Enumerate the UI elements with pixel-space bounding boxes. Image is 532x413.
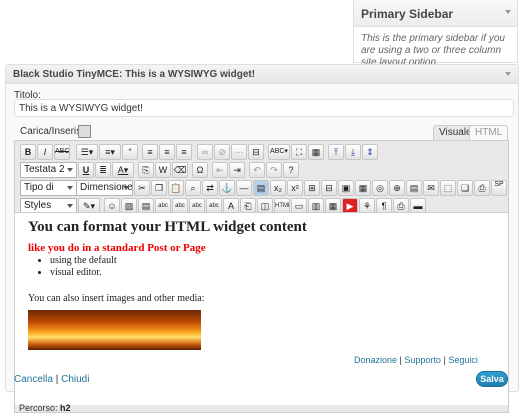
superscript-icon[interactable]: x² bbox=[287, 180, 303, 196]
format-select[interactable]: Testata 2 bbox=[20, 162, 77, 178]
content-heading: You can format your HTML widget content bbox=[28, 219, 307, 235]
help-icon[interactable]: ? bbox=[283, 162, 299, 178]
paste-word-icon[interactable]: W bbox=[155, 162, 171, 178]
page-break-icon[interactable]: ⊟ bbox=[248, 144, 264, 160]
list-item: visual editor. bbox=[50, 267, 117, 279]
table-props-icon[interactable]: ▦ bbox=[355, 180, 371, 196]
widget-header[interactable]: Black Studio TinyMCE: This is a WYSIWYG … bbox=[6, 65, 518, 84]
indent-icon[interactable]: ⇥ bbox=[229, 162, 245, 178]
cancel-close-links: Cancella | Chiudi bbox=[14, 374, 89, 385]
acronym-icon[interactable]: ▤ bbox=[406, 180, 422, 196]
title-input[interactable] bbox=[14, 99, 514, 117]
text-color-icon[interactable]: A▾ bbox=[112, 162, 134, 178]
align-left-icon[interactable]: ≡ bbox=[142, 144, 158, 160]
horizontal-rule-icon[interactable]: — bbox=[236, 180, 252, 196]
align-right-icon[interactable]: ≡ bbox=[176, 144, 192, 160]
path-value[interactable]: h2 bbox=[60, 403, 71, 413]
unlink-icon[interactable]: ⊘ bbox=[214, 144, 230, 160]
strikethrough-icon[interactable]: ABC bbox=[54, 144, 70, 160]
blockquote-icon[interactable]: “ bbox=[122, 144, 138, 160]
content-subheading: like you do in a standard Post or Page bbox=[28, 242, 206, 254]
numbered-list-icon[interactable]: ≡▾ bbox=[99, 144, 121, 160]
tab-html[interactable]: HTML bbox=[469, 125, 509, 140]
spellcheck-icon[interactable]: ABC▾ bbox=[268, 144, 290, 160]
primary-sidebar-panel: Primary Sidebar This is the primary side… bbox=[353, 0, 518, 68]
clear-formatting-icon[interactable]: ⌫ bbox=[172, 162, 188, 178]
list-item: using the default bbox=[50, 255, 117, 267]
widget-type: Black Studio TinyMCE: bbox=[13, 69, 123, 80]
follow-link[interactable]: Seguici bbox=[448, 355, 478, 365]
subscript-icon[interactable]: x₂ bbox=[270, 180, 286, 196]
table-row-icon[interactable]: ⊟ bbox=[321, 180, 337, 196]
table-cell-icon[interactable]: ▣ bbox=[338, 180, 354, 196]
footer-links: Donazione | Supporto | Seguici bbox=[354, 355, 478, 365]
support-link[interactable]: Supporto bbox=[404, 355, 441, 365]
align-center-icon[interactable]: ≡ bbox=[159, 144, 175, 160]
bullet-list-icon[interactable]: ☰▾ bbox=[76, 144, 98, 160]
bold-icon[interactable]: B bbox=[20, 144, 36, 160]
insert-more-icon[interactable]: ⋯ bbox=[231, 144, 247, 160]
fullscreen-icon[interactable]: ⛶ bbox=[291, 144, 307, 160]
layer-icon[interactable]: ❏ bbox=[457, 180, 473, 196]
status-bar: Percorso: h2 bbox=[15, 403, 512, 413]
font-family-select[interactable]: Tipo di caratte bbox=[20, 180, 77, 196]
sidebar-header[interactable]: Primary Sidebar bbox=[354, 0, 517, 27]
path-label: Percorso: bbox=[19, 403, 58, 413]
replace-icon[interactable]: ⇄ bbox=[202, 180, 218, 196]
paste-text-icon[interactable]: ⎘ bbox=[138, 162, 154, 178]
outdent-icon[interactable]: ⇤ bbox=[212, 162, 228, 178]
tinymce-widget: Black Studio TinyMCE: This is a WYSIWYG … bbox=[5, 64, 519, 413]
widget-toggle-arrow-icon[interactable] bbox=[505, 72, 511, 76]
font-size-select[interactable]: Dimensione bbox=[76, 180, 133, 196]
email-icon[interactable]: ✉ bbox=[423, 180, 439, 196]
cut-icon[interactable]: ✂ bbox=[134, 180, 150, 196]
cancel-link[interactable]: Cancella bbox=[14, 374, 53, 385]
citation-icon[interactable]: ◎ bbox=[372, 180, 388, 196]
widget-name: This is a WYSIWYG widget! bbox=[125, 69, 256, 80]
link-separator: | bbox=[55, 374, 59, 385]
insert-table-icon[interactable]: ⊞ bbox=[304, 180, 320, 196]
link-icon[interactable]: ∞ bbox=[197, 144, 213, 160]
save-button[interactable]: Salva bbox=[476, 371, 508, 387]
underline-icon[interactable]: U bbox=[78, 162, 94, 178]
search-icon[interactable]: ⌕ bbox=[185, 180, 201, 196]
content-paragraph: You can also insert images and other med… bbox=[28, 293, 205, 304]
insert-bottom-icon[interactable]: ⤓ bbox=[345, 144, 361, 160]
sunset-image[interactable] bbox=[28, 310, 201, 350]
insert-both-icon[interactable]: ⇕ bbox=[362, 144, 378, 160]
undo-icon[interactable]: ↶ bbox=[249, 162, 265, 178]
redo-icon[interactable]: ↷ bbox=[266, 162, 282, 178]
link-separator: | bbox=[443, 355, 446, 365]
visual-aid-icon[interactable]: ▤ bbox=[253, 180, 269, 196]
close-link[interactable]: Chiudi bbox=[61, 374, 89, 385]
style-props-icon[interactable]: ⎙ bbox=[474, 180, 490, 196]
copy-icon[interactable]: ❐ bbox=[151, 180, 167, 196]
sidebar-toggle-arrow-icon[interactable] bbox=[505, 10, 511, 14]
widget-title: Black Studio TinyMCE: This is a WYSIWYG … bbox=[13, 69, 255, 80]
paste-icon[interactable]: 📋 bbox=[168, 180, 184, 196]
link-separator: | bbox=[399, 355, 402, 365]
nonbreaking-space-icon[interactable]: SP bbox=[491, 180, 507, 196]
abbreviation-icon[interactable]: ⊕ bbox=[389, 180, 405, 196]
special-character-icon[interactable]: Ω bbox=[192, 162, 208, 178]
donation-link[interactable]: Donazione bbox=[354, 355, 397, 365]
add-media-icon[interactable] bbox=[78, 125, 91, 138]
anchor-icon[interactable]: ⚓ bbox=[219, 180, 235, 196]
select-all-icon[interactable]: ⬚ bbox=[440, 180, 456, 196]
tinymce-editor: B I ABC ☰▾ ≡▾ “ ≡ ≡ ≡ ∞ ⊘ ⋯ ⊟ ABC▾ ⛶ ▦ ⤒… bbox=[14, 140, 509, 413]
kitchen-sink-icon[interactable]: ▦ bbox=[308, 144, 324, 160]
insert-top-icon[interactable]: ⤒ bbox=[328, 144, 344, 160]
italic-icon[interactable]: I bbox=[37, 144, 53, 160]
justify-icon[interactable]: ≣ bbox=[95, 162, 111, 178]
content-list: using the default visual editor. bbox=[28, 255, 117, 279]
sidebar-title: Primary Sidebar bbox=[361, 7, 454, 21]
